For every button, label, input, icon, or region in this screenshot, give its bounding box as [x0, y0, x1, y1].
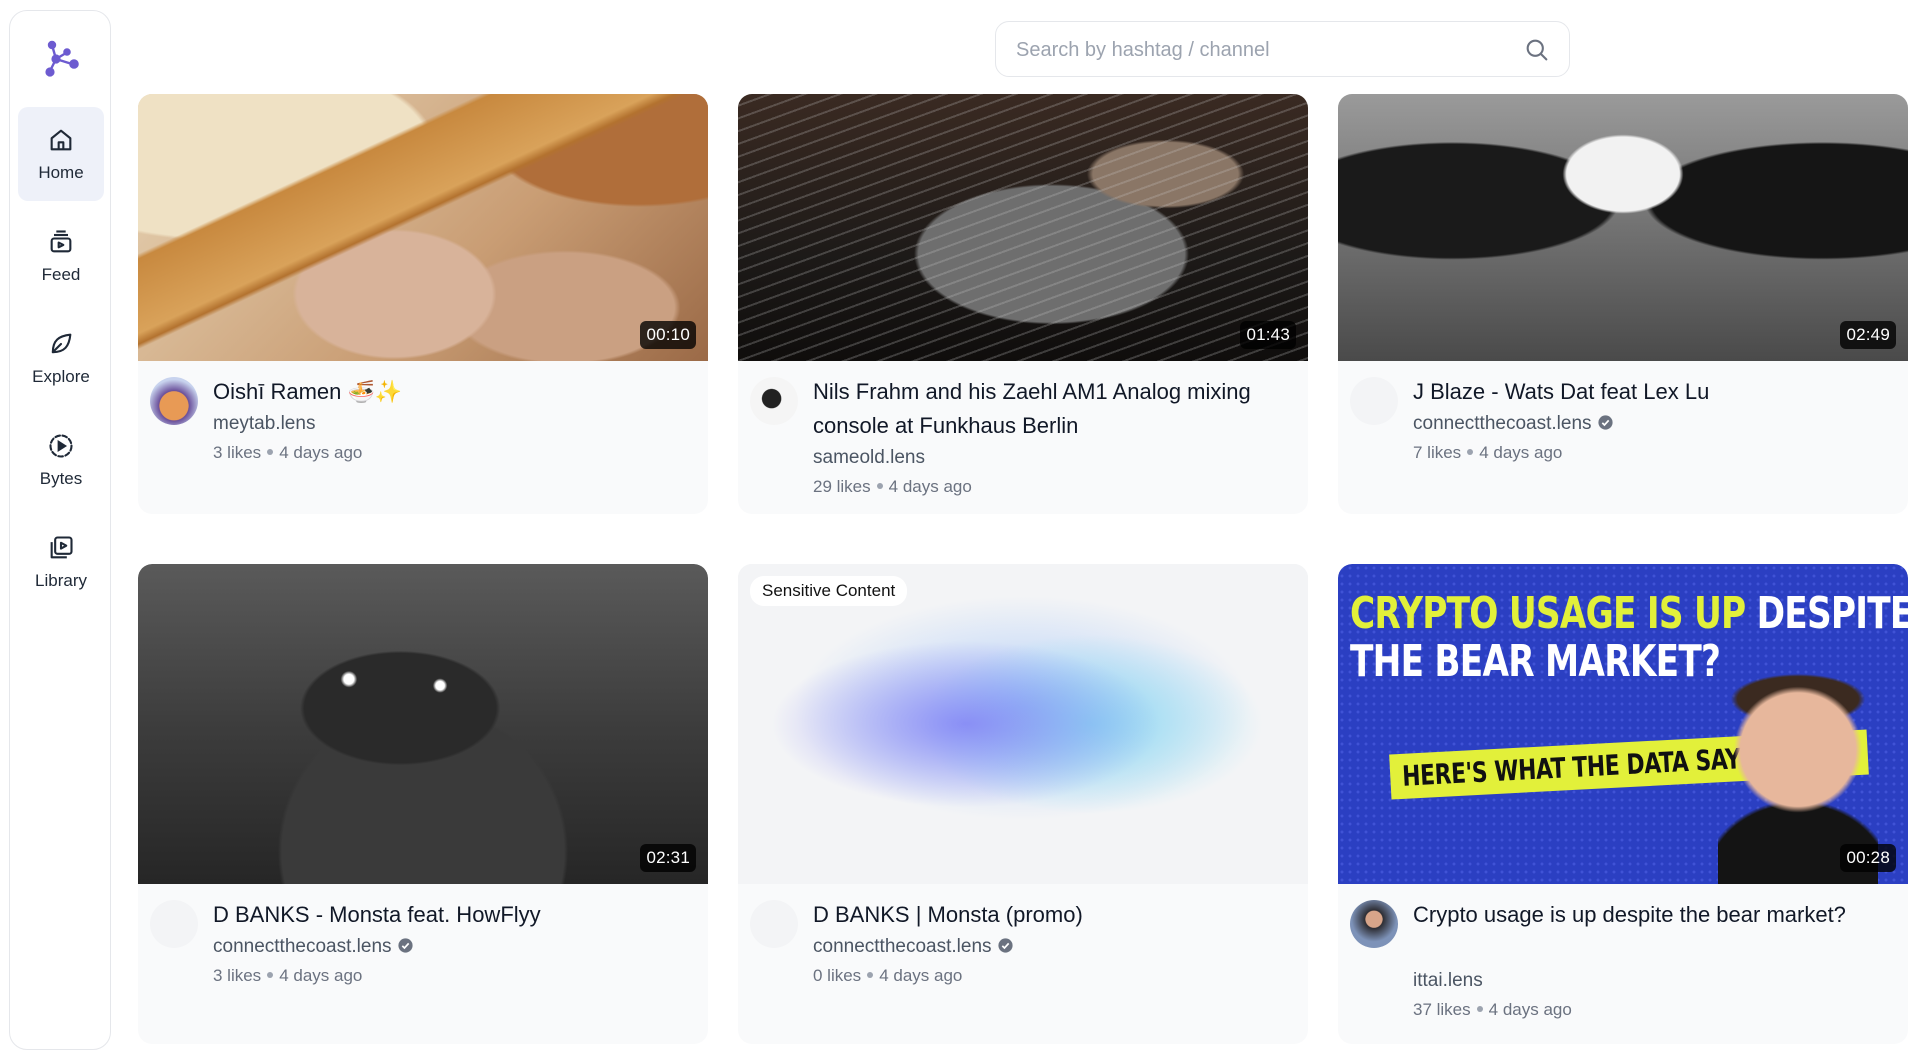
- upload-age: 4 days ago: [279, 443, 363, 462]
- search-input[interactable]: [1014, 22, 1518, 78]
- avatar[interactable]: [150, 377, 198, 425]
- video-thumbnail[interactable]: Sensitive Content: [738, 564, 1308, 884]
- sidebar-item-feed[interactable]: Feed: [18, 209, 104, 303]
- video-title[interactable]: D BANKS | Monsta (promo): [813, 898, 1288, 932]
- video-thumbnail[interactable]: 00:10: [138, 94, 708, 361]
- verified-badge-icon: [997, 938, 1013, 953]
- video-card[interactable]: Sensitive Content D BANKS | Monsta (prom…: [738, 564, 1308, 1044]
- likes-count: 7 likes: [1413, 443, 1462, 462]
- likes-count: 29 likes: [813, 477, 871, 496]
- video-card[interactable]: 00:10 Oishī Ramen 🍜✨ meytab.lens 3 likes…: [138, 94, 708, 514]
- sidebar-item-library[interactable]: Library: [18, 515, 104, 609]
- avatar[interactable]: [750, 900, 798, 948]
- feed-icon: [50, 229, 72, 252]
- video-thumbnail[interactable]: 01:43: [738, 94, 1308, 361]
- channel-name[interactable]: connectthecoast.lens: [813, 936, 1014, 958]
- video-duration: 01:43: [1240, 321, 1296, 349]
- video-duration: 02:49: [1840, 321, 1896, 349]
- likes-count: 0 likes: [813, 966, 862, 985]
- video-duration: 02:31: [640, 844, 696, 872]
- thumbnail-headline: CRYPTO USAGE IS UP DESPITE THE BEAR MARK…: [1350, 588, 1908, 687]
- video-card[interactable]: 02:31 D BANKS - Monsta feat. HowFlyy con…: [138, 564, 708, 1044]
- video-duration: 00:28: [1840, 844, 1896, 872]
- likes-count: 3 likes: [213, 966, 262, 985]
- sidebar-item-bytes[interactable]: Bytes: [18, 413, 104, 507]
- channel-name[interactable]: connectthecoast.lens: [213, 936, 414, 958]
- sidebar-item-label: Feed: [41, 264, 81, 284]
- video-stats: 7 likes 4 days ago: [1413, 443, 1562, 463]
- leaf-icon: [51, 333, 72, 353]
- separator-dot: [876, 483, 883, 489]
- video-thumbnail[interactable]: 02:49: [1338, 94, 1908, 361]
- video-title[interactable]: Oishī Ramen 🍜✨: [213, 375, 688, 409]
- separator-dot: [867, 972, 874, 978]
- channel-name[interactable]: connectthecoast.lens: [1413, 413, 1614, 435]
- channel-name[interactable]: meytab.lens: [213, 413, 315, 435]
- video-card[interactable]: 02:49 J Blaze - Wats Dat feat Lex Lu con…: [1338, 94, 1908, 514]
- verified-badge-icon: [397, 938, 413, 953]
- upload-age: 4 days ago: [879, 966, 963, 985]
- channel-label: connectthecoast.lens: [813, 936, 992, 957]
- video-title[interactable]: Nils Frahm and his Zaehl AM1 Analog mixi…: [813, 375, 1288, 443]
- separator-dot: [267, 972, 274, 978]
- video-thumbnail[interactable]: 02:31: [138, 564, 708, 884]
- verified-badge-icon: [1597, 415, 1613, 430]
- bytes-icon: [49, 433, 73, 458]
- video-title[interactable]: Crypto usage is up despite the bear mark…: [1413, 898, 1888, 932]
- video-card[interactable]: 01:43 Nils Frahm and his Zaehl AM1 Analo…: [738, 94, 1308, 514]
- video-duration: 00:10: [640, 321, 696, 349]
- search-bar: [995, 21, 1570, 78]
- video-stats: 37 likes 4 days ago: [1413, 1000, 1572, 1020]
- separator-dot: [1476, 1006, 1483, 1012]
- sidebar-item-label: Home: [38, 162, 84, 182]
- sidebar-item-label: Bytes: [39, 468, 83, 488]
- avatar[interactable]: [1350, 377, 1398, 425]
- likes-count: 37 likes: [1413, 1000, 1471, 1019]
- channel-name[interactable]: ittai.lens: [1413, 970, 1483, 992]
- channel-label: connectthecoast.lens: [1413, 413, 1592, 434]
- likes-count: 3 likes: [213, 443, 262, 462]
- sidebar: Home Feed Explore Bytes Library: [9, 10, 111, 1050]
- video-stats: 29 likes 4 days ago: [813, 477, 972, 497]
- sidebar-item-explore[interactable]: Explore: [18, 311, 104, 405]
- sensitive-content-badge: Sensitive Content: [750, 576, 908, 606]
- channel-label: connectthecoast.lens: [213, 936, 392, 957]
- video-title[interactable]: D BANKS - Monsta feat. HowFlyy: [213, 898, 688, 932]
- sidebar-item-home[interactable]: Home: [18, 107, 104, 201]
- video-card[interactable]: CRYPTO USAGE IS UP DESPITE THE BEAR MARK…: [1338, 564, 1908, 1044]
- upload-age: 4 days ago: [279, 966, 363, 985]
- sidebar-item-label: Library: [35, 570, 87, 590]
- search-icon[interactable]: [1523, 36, 1551, 64]
- upload-age: 4 days ago: [888, 477, 972, 496]
- separator-dot: [1467, 449, 1474, 455]
- separator-dot: [267, 449, 274, 455]
- home-icon: [50, 129, 72, 150]
- library-icon: [50, 535, 73, 558]
- video-title[interactable]: J Blaze - Wats Dat feat Lex Lu: [1413, 375, 1888, 409]
- channel-name[interactable]: sameold.lens: [813, 447, 925, 469]
- video-stats: 3 likes 4 days ago: [213, 443, 362, 463]
- upload-age: 4 days ago: [1479, 443, 1563, 462]
- video-stats: 0 likes 4 days ago: [813, 966, 962, 986]
- video-thumbnail[interactable]: CRYPTO USAGE IS UP DESPITE THE BEAR MARK…: [1338, 564, 1908, 884]
- avatar[interactable]: [1350, 900, 1398, 948]
- video-stats: 3 likes 4 days ago: [213, 966, 362, 986]
- app-logo-icon[interactable]: [42, 39, 80, 79]
- upload-age: 4 days ago: [1488, 1000, 1572, 1019]
- sidebar-item-label: Explore: [32, 366, 90, 386]
- avatar[interactable]: [150, 900, 198, 948]
- avatar[interactable]: [750, 377, 798, 425]
